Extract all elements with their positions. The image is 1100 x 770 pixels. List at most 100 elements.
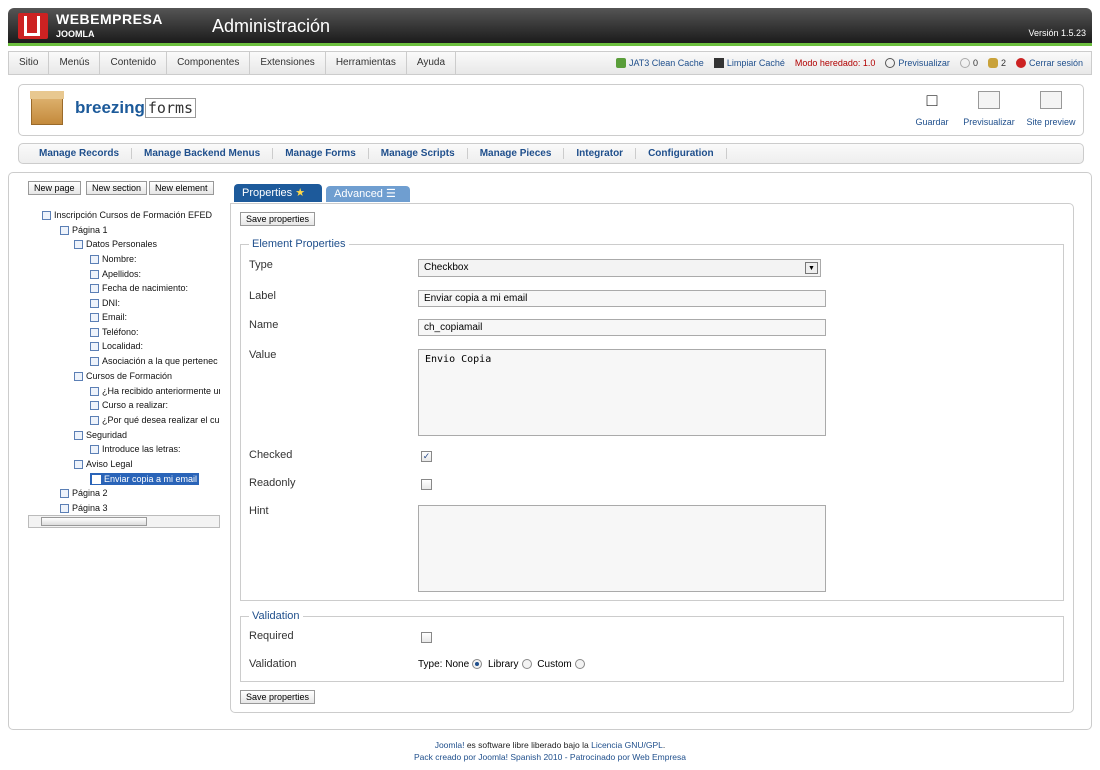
component-subnav: Manage Records Manage Backend Menus Mana… (18, 143, 1084, 164)
logout-icon (1015, 58, 1026, 69)
tree-node[interactable]: Página 1 (60, 224, 108, 236)
clear-cache-link[interactable]: Limpiar Caché (713, 58, 785, 69)
site-preview-button-label: Site preview (1026, 117, 1076, 127)
validation-library-radio[interactable] (521, 659, 532, 670)
type-select-value: Checkbox (424, 262, 469, 273)
license-link[interactable]: Licencia GNU/GPL (591, 740, 663, 750)
nav-integrator[interactable]: Integrator (564, 148, 637, 159)
section-icon (74, 240, 83, 250)
tree-node[interactable]: Localidad: (90, 340, 143, 352)
users-count[interactable]: 2 (987, 57, 1006, 69)
required-checkbox[interactable] (421, 632, 432, 643)
new-page-button[interactable]: New page (28, 181, 81, 195)
component-toolbar: breezing forms □ Guardar Previsualizar Si… (18, 84, 1084, 136)
tree-node[interactable]: Datos Personales (74, 238, 157, 250)
hint-textarea[interactable] (418, 505, 826, 592)
menu-item-contenido[interactable]: Contenido (100, 52, 168, 74)
tab-properties[interactable]: Properties ★ (234, 184, 322, 202)
save-button[interactable]: □ Guardar (915, 91, 949, 127)
tree-node-label: Asociación a la que pertenec (102, 356, 218, 366)
element-properties-legend: Element Properties (252, 238, 346, 250)
users-count-label: 2 (1000, 57, 1006, 68)
validation-library-label: Library (487, 659, 519, 670)
tree-node-label: Teléfono: (102, 327, 139, 337)
menu-item-sitio[interactable]: Sitio (9, 52, 50, 74)
save-properties-button-top[interactable]: Save properties (240, 212, 316, 226)
component-logo: breezing forms (75, 98, 197, 118)
save-properties-button-bottom[interactable]: Save properties (240, 690, 316, 704)
tree-node[interactable]: Aviso Legal (74, 458, 132, 470)
preview-button[interactable]: Previsualizar (961, 91, 1017, 127)
page-icon (60, 504, 69, 514)
legacy-mode-label: Modo heredado: 1.0 (794, 58, 876, 68)
checked-checkbox[interactable]: ✓ (421, 451, 432, 462)
value-label: Value (249, 349, 277, 361)
joomla-link[interactable]: Joomla! (435, 740, 465, 750)
preview-button-label: Previsualizar (963, 117, 1015, 127)
tab-advanced[interactable]: Advanced ☰ (326, 186, 410, 202)
menu-item-ayuda[interactable]: Ayuda (407, 52, 457, 74)
element-icon (90, 445, 99, 455)
messages-count[interactable]: 0 (959, 58, 978, 69)
readonly-checkbox[interactable] (421, 479, 432, 490)
tree-node[interactable]: Apellidos: (90, 268, 141, 280)
preview-label: Previsualizar (898, 57, 950, 68)
element-icon (90, 299, 99, 309)
tree-node[interactable]: Nombre: (90, 253, 137, 265)
clean-cache-link[interactable]: JAT3 Clean Cache (615, 58, 704, 69)
value-textarea[interactable]: Envio Copia (418, 349, 826, 436)
tree-node[interactable]: ¿Por qué desea realizar el cu (90, 414, 220, 426)
tree-node[interactable]: Email: (90, 311, 127, 323)
footer-credits-text[interactable]: Pack creado por Joomla! Spanish 2010 - P… (414, 752, 686, 762)
validation-type-group: Type: None Library Custom (418, 659, 588, 670)
tree-node[interactable]: Curso a realizar: (90, 399, 168, 411)
page-title: Administración (212, 16, 331, 36)
menu-item-extensiones[interactable]: Extensiones (250, 52, 326, 74)
tree-node[interactable]: Fecha de nacimiento: (90, 282, 188, 294)
scrollbar-thumb[interactable] (41, 517, 147, 526)
nav-manage-scripts[interactable]: Manage Scripts (369, 148, 468, 159)
menu-item-herramientas[interactable]: Herramientas (326, 52, 407, 74)
type-select[interactable]: Checkbox ▼ (418, 259, 821, 277)
breezingforms-box-icon (30, 91, 64, 125)
site-preview-button[interactable]: Site preview (1025, 91, 1077, 127)
new-element-button[interactable]: New element (149, 181, 214, 195)
new-section-button[interactable]: New section (86, 181, 148, 195)
tree-node[interactable]: ¿Ha recibido anteriormente ur (90, 385, 220, 397)
tree-node-label: Seguridad (86, 430, 128, 440)
nav-manage-pieces[interactable]: Manage Pieces (468, 148, 565, 159)
validation-label: Validation (249, 658, 297, 670)
label-input[interactable]: Enviar copia a mi email (418, 290, 826, 307)
tree-node[interactable]: Teléfono: (90, 326, 139, 338)
validation-none-radio[interactable] (472, 659, 483, 670)
nav-configuration[interactable]: Configuration (636, 148, 727, 159)
element-icon (90, 387, 99, 397)
label-label: Label (249, 290, 276, 302)
tree-node[interactable]: Página 3 (60, 502, 108, 514)
tree-node[interactable]: Introduce las letras: (90, 443, 181, 455)
name-input[interactable]: ch_copiamail (418, 319, 826, 336)
readonly-label: Readonly (249, 477, 296, 489)
tree-node[interactable]: Página 2 (60, 487, 108, 499)
name-label: Name (249, 319, 279, 331)
logout-link[interactable]: Cerrar sesión (1015, 58, 1083, 69)
tree-node[interactable]: DNI: (90, 297, 120, 309)
page-icon (60, 226, 69, 236)
menu-item-menus[interactable]: Menús (49, 52, 101, 74)
tree-horizontal-scrollbar[interactable] (28, 515, 220, 528)
validation-custom-radio[interactable] (574, 659, 585, 670)
tree-node[interactable]: Seguridad (74, 429, 127, 441)
nav-manage-forms[interactable]: Manage Forms (273, 148, 369, 159)
tree-node[interactable]: Cursos de Formación (74, 370, 172, 382)
tree-node[interactable]: Asociación a la que pertenec (90, 355, 218, 367)
tree-node[interactable]: Inscripción Cursos de Formación EFED (42, 209, 212, 221)
type-label: Type (249, 259, 273, 271)
section-icon (74, 372, 83, 382)
page-icon (60, 489, 69, 499)
tree-node[interactable]: Enviar copia a mi email (90, 473, 200, 485)
nav-manage-records[interactable]: Manage Records (27, 148, 133, 159)
nav-manage-backend-menus[interactable]: Manage Backend Menus (132, 148, 274, 159)
preview-link[interactable]: Previsualizar (885, 58, 950, 69)
tree-node-label: Página 2 (72, 488, 108, 498)
menu-item-componentes[interactable]: Componentes (167, 52, 251, 74)
